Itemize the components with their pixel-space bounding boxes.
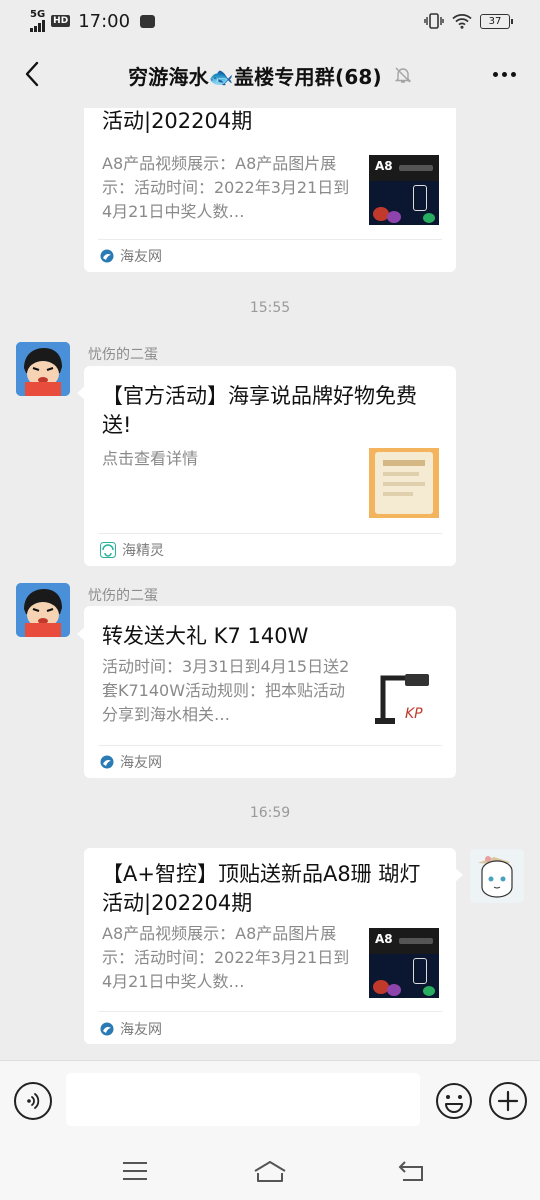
card-thumbnail: A8 (369, 155, 439, 225)
emoji-icon (436, 1083, 472, 1119)
chevron-left-icon (25, 61, 39, 87)
cartoon-avatar-icon (16, 342, 70, 396)
home-icon (254, 1161, 286, 1182)
signal-icon (30, 20, 45, 32)
sender-name: 忧伤的二蛋 (88, 347, 158, 363)
card-description: 点击查看详情 (102, 449, 199, 468)
thumbnail-label: A8 (375, 932, 393, 946)
input-bar (0, 1060, 540, 1142)
voice-icon (27, 1093, 40, 1109)
hd-badge: HD (51, 15, 71, 27)
card-thumbnail (369, 448, 439, 518)
bubble-tail (455, 868, 463, 882)
source-name: 海友网 (120, 249, 162, 265)
card-source: 海友网 (100, 1019, 162, 1039)
anime-avatar-icon (470, 849, 524, 903)
chat-title: 穷游海水🐟盖楼专用群(68) (128, 64, 382, 89)
card-source: 海友网 (100, 752, 162, 772)
chat-header: 穷游海水🐟盖楼专用群(68) (0, 42, 540, 108)
menu-lines-icon (123, 1162, 147, 1180)
system-navigation-bar (0, 1142, 540, 1200)
sender-name: 忧伤的二蛋 (88, 588, 158, 604)
thumbnail-label: A8 (375, 159, 393, 173)
source-site-icon (100, 755, 114, 769)
avatar[interactable] (16, 342, 70, 396)
avatar[interactable] (16, 583, 70, 637)
self-avatar[interactable] (470, 849, 524, 903)
source-site-icon (100, 1022, 114, 1036)
plus-icon (497, 1090, 519, 1112)
more-button[interactable] (484, 56, 524, 92)
timestamp: 15:55 (249, 300, 291, 316)
card-title: 转发送大礼 K7 140W (102, 624, 309, 648)
timestamp: 16:59 (249, 805, 291, 821)
recent-apps-button[interactable] (115, 1154, 155, 1188)
back-nav-button[interactable] (392, 1154, 432, 1188)
link-card-message[interactable]: 【A+智控】顶贴送新品A8珊 瑚灯活动|202204期 A8产品视频展示：A8产… (84, 848, 456, 1044)
return-icon (398, 1161, 423, 1181)
source-name: 海精灵 (122, 543, 164, 559)
card-title: 【A+智控】顶贴送新品A8珊 瑚灯活动|202204期 (102, 862, 421, 915)
svg-text:KP: KP (405, 706, 423, 722)
card-divider (98, 745, 442, 746)
status-bar: 5G HD 17:00 37 (0, 0, 540, 42)
product-lamp-image: KP (375, 674, 429, 724)
link-card-message[interactable]: 【官方活动】海享说品牌好物免费送! 点击查看详情 海精灵 (84, 366, 456, 566)
card-description: A8产品视频展示：A8产品图片展示：活动时间：2022年3月21日到4月21日中… (102, 924, 350, 991)
notification-app-icon (140, 14, 156, 28)
source-site-icon (100, 249, 114, 263)
back-button[interactable] (14, 56, 50, 92)
card-description: A8产品视频展示：A8产品图片展示：活动时间：2022年3月21日到4月21日中… (102, 154, 350, 221)
link-card-message[interactable]: 转发送大礼 K7 140W 活动时间：3月31日到4月15日送2套K7140W活… (84, 606, 456, 778)
message-input[interactable] (66, 1073, 420, 1126)
bell-off-icon (394, 67, 412, 83)
battery-icon: 37 (480, 13, 513, 29)
card-source: 海友网 (100, 246, 162, 266)
source-name: 海友网 (120, 755, 162, 771)
more-dots-icon (492, 71, 498, 77)
chat-area[interactable]: 【A+智控】顶贴送新品A8珊 瑚灯活动|202204期 A8产品视频展示：A8产… (0, 108, 540, 1060)
plus-button[interactable] (489, 1082, 527, 1120)
card-title: 【A+智控】顶贴送新品A8珊 瑚灯活动|202204期 (102, 109, 253, 133)
card-thumbnail: KP (369, 662, 439, 732)
vibrate-icon (424, 13, 444, 29)
source-name: 海友网 (120, 1022, 162, 1038)
card-source: 海精灵 (100, 540, 164, 560)
card-description: 活动时间：3月31日到4月15日送2套K7140W活动规则：把本贴活动分享到海水… (102, 657, 350, 724)
card-thumbnail: A8 (369, 928, 439, 998)
card-divider (98, 239, 442, 240)
card-divider (98, 1011, 442, 1012)
mini-program-icon (100, 542, 116, 558)
wifi-icon (452, 14, 472, 29)
network-type: 5G (30, 9, 46, 20)
home-button[interactable] (250, 1154, 290, 1188)
link-card-message[interactable]: 【A+智控】顶贴送新品A8珊 瑚灯活动|202204期 A8产品视频展示：A8产… (84, 108, 456, 272)
cartoon-avatar-icon (16, 583, 70, 637)
battery-level: 37 (488, 15, 502, 27)
clock: 17:00 (78, 10, 131, 32)
emoji-button[interactable] (435, 1082, 473, 1120)
voice-button[interactable] (14, 1082, 52, 1120)
card-divider (98, 533, 442, 534)
card-title: 【官方活动】海享说品牌好物免费送! (102, 384, 417, 437)
